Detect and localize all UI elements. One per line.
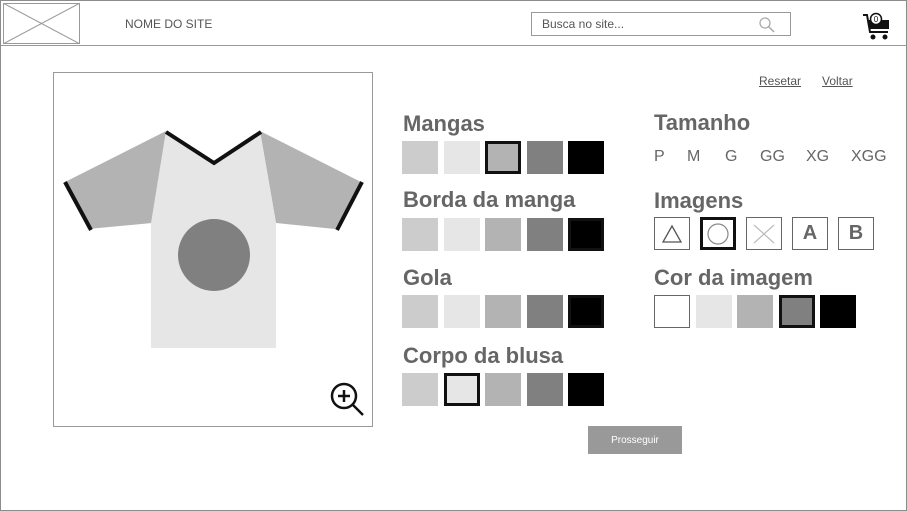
collar-swatch[interactable] <box>402 295 438 328</box>
size-option[interactable]: GG <box>760 148 785 166</box>
back-link[interactable]: Voltar <box>822 74 853 88</box>
image-color-swatch[interactable] <box>778 295 815 328</box>
image-color-swatch[interactable] <box>820 295 856 328</box>
sleeves-swatch[interactable] <box>485 141 521 174</box>
image-option-x-icon[interactable] <box>746 217 782 250</box>
search-input[interactable] <box>542 17 742 31</box>
image-option-letter-a[interactable]: A <box>792 217 828 250</box>
sleeve-border-swatch[interactable] <box>485 218 521 251</box>
image-color-swatch[interactable] <box>737 295 773 328</box>
collar-title: Gola <box>403 265 452 290</box>
logo-placeholder-icon[interactable] <box>3 3 80 44</box>
sleeve-border-title: Borda da manga <box>403 187 576 212</box>
body-swatch[interactable] <box>485 373 521 406</box>
image-color-swatch[interactable] <box>654 295 690 328</box>
sleeve-border-swatch[interactable] <box>526 218 563 251</box>
cart-icon[interactable]: 0 <box>861 11 893 43</box>
sleeves-swatch[interactable] <box>526 141 563 174</box>
image-color-swatch[interactable] <box>695 295 732 328</box>
sleeves-swatch[interactable] <box>443 141 480 174</box>
image-option-label: B <box>848 222 864 244</box>
image-option-triangle-icon[interactable] <box>654 217 690 250</box>
reset-link[interactable]: Resetar <box>759 74 801 88</box>
circle-icon <box>707 222 729 245</box>
x-icon <box>753 224 775 243</box>
image-option-letter-b[interactable]: B <box>838 217 874 250</box>
sleeve-border-swatch[interactable] <box>568 218 604 251</box>
zoom-in-icon[interactable] <box>329 381 367 419</box>
images-title: Imagens <box>654 188 744 213</box>
size-title: Tamanho <box>654 110 751 135</box>
cart-count: 0 <box>874 15 879 24</box>
collar-swatch[interactable] <box>443 295 480 328</box>
image-color-title: Cor da imagem <box>654 265 813 290</box>
body-swatch[interactable] <box>402 373 438 406</box>
proceed-button[interactable]: Prosseguir <box>588 426 682 454</box>
size-option[interactable]: P <box>654 148 665 166</box>
shirt-image <box>63 130 364 348</box>
shirt-sleeve-left <box>65 131 166 229</box>
size-option[interactable]: M <box>687 148 700 166</box>
collar-swatch[interactable] <box>526 295 563 328</box>
shirt-preview <box>53 72 373 427</box>
image-option-circle-icon[interactable] <box>700 217 736 250</box>
body-swatch[interactable] <box>568 373 604 406</box>
sleeves-title: Mangas <box>403 111 485 136</box>
site-name[interactable]: NOME DO SITE <box>125 17 212 31</box>
image-option-label: A <box>802 222 818 244</box>
sleeves-swatch[interactable] <box>568 141 604 174</box>
body-swatch[interactable] <box>526 373 563 406</box>
size-option[interactable]: XG <box>806 148 829 166</box>
search-icon[interactable] <box>758 16 776 34</box>
collar-swatch[interactable] <box>485 295 521 328</box>
shirt-print-circle <box>178 219 250 291</box>
sleeve-border-swatch[interactable] <box>402 218 438 251</box>
collar-swatch[interactable] <box>568 295 604 328</box>
size-option[interactable]: XGG <box>851 148 887 166</box>
body-swatch[interactable] <box>443 373 480 406</box>
size-option[interactable]: G <box>725 148 737 166</box>
sleeves-swatch[interactable] <box>402 141 438 174</box>
sleeve-border-swatch[interactable] <box>443 218 480 251</box>
search-box[interactable] <box>531 12 791 36</box>
header: NOME DO SITE 0 <box>1 1 906 46</box>
body-title: Corpo da blusa <box>403 343 564 368</box>
triangle-icon <box>661 224 683 243</box>
